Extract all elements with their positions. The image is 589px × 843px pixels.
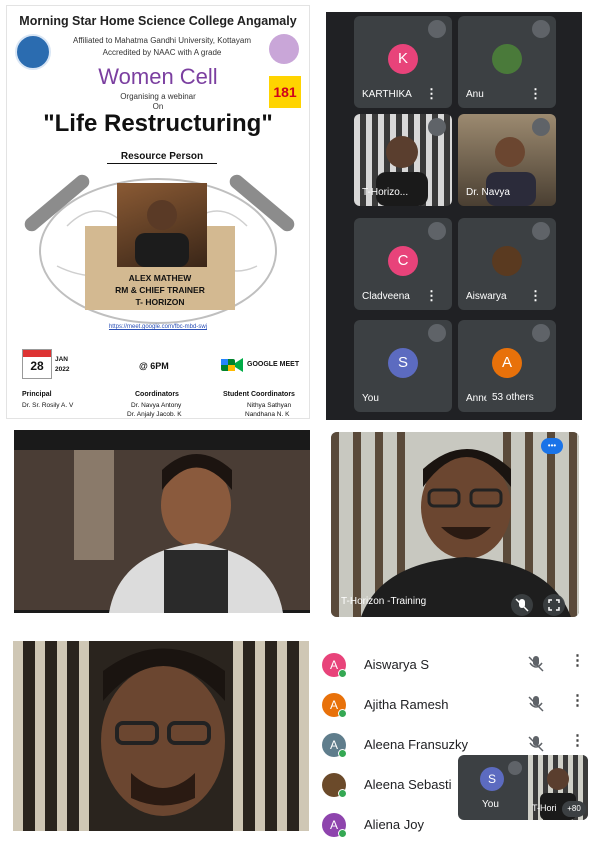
mic-off-icon: [528, 696, 544, 712]
video-feed-speaker: T-Horizon -Training •••: [331, 432, 579, 617]
principal-label: Principal: [22, 391, 52, 398]
mic-off-icon: [428, 324, 446, 342]
date-month: JAN: [55, 356, 69, 363]
others-count-badge[interactable]: 53 others: [486, 390, 540, 405]
resource-person-label: Resource Person: [107, 151, 217, 164]
speaker-label: T-Horizon -Training: [341, 596, 427, 607]
women-cell-title: Women Cell: [98, 64, 218, 89]
coordinators-label: Coordinators: [135, 391, 179, 398]
mic-off-icon: [528, 736, 544, 752]
webinar-title: "Life Restructuring": [43, 110, 273, 137]
participant-tile[interactable]: K KARTHIKA ⋮: [354, 16, 452, 108]
speaker-role: RM & CHIEF TRAINER: [115, 285, 205, 295]
participant-name: Aiswarya: [466, 291, 507, 302]
meet-participant-grid: K KARTHIKA ⋮ Anu ⋮ T-Horizo... Dr. Navya…: [326, 12, 582, 420]
student-coordinator-1: Nithya Sathyan: [247, 402, 292, 409]
webinar-poster: 181 Morning Star Home Science College An…: [6, 5, 310, 419]
participant-name: Dr. Navya: [466, 187, 510, 198]
college-name: Morning Star Home Science College Angama…: [19, 14, 297, 28]
more-options-icon[interactable]: ⋮: [570, 651, 585, 669]
mic-off-icon: [528, 656, 544, 672]
participant-name: Aiswarya S: [364, 657, 430, 672]
participant-video: [14, 430, 310, 613]
online-status-icon: [338, 709, 347, 718]
mic-off-icon: [532, 222, 550, 240]
participant-tile[interactable]: Aiswarya ⋮: [458, 218, 556, 310]
mic-off-icon: [428, 20, 446, 38]
participant-name: Aliena Joy: [364, 817, 424, 832]
speaker-org: T- HORIZON: [135, 297, 185, 307]
speaking-indicator-icon: •••: [541, 438, 563, 454]
coordinator-1: Dr. Navya Antony: [131, 402, 182, 409]
more-options-icon[interactable]: ⋮: [570, 731, 585, 749]
mic-off-icon: [508, 761, 522, 775]
list-item-participant[interactable]: A Aiswarya S ⋮: [320, 647, 585, 683]
time-text: @ 6PM: [139, 361, 169, 371]
mic-off-icon: [532, 324, 550, 342]
participant-tile-video[interactable]: Dr. Navya: [458, 114, 556, 206]
speaker-video: [331, 432, 579, 617]
participant-name: Cladveena: [362, 291, 410, 302]
participant-name: Anu: [466, 89, 484, 100]
participant-name: Ajitha Ramesh: [364, 697, 449, 712]
mic-off-icon[interactable]: [511, 594, 533, 616]
self-label: You: [482, 799, 499, 810]
participant-name: Aleena Fransuzky: [364, 737, 469, 752]
more-options-icon[interactable]: ⋮: [529, 86, 542, 102]
organising-text: Organising a webinar: [120, 92, 196, 101]
google-meet-icon: [221, 358, 243, 372]
mic-off-icon: [532, 118, 550, 136]
participant-name: KARTHIKA: [362, 89, 412, 100]
affiliation: Affiliated to Mahatma Gandhi University,…: [72, 36, 251, 45]
participant-tile-video[interactable]: T-Horizo...: [354, 114, 452, 206]
avatar: K: [388, 44, 418, 74]
avatar: [492, 44, 522, 74]
fullscreen-icon[interactable]: [543, 594, 565, 616]
student-coordinator-2: Nandhana N. K: [245, 411, 290, 418]
mic-off-icon: [532, 20, 550, 38]
more-options-icon[interactable]: ⋮: [529, 288, 542, 304]
self-view-overlay[interactable]: S You T-Hori +80: [458, 755, 588, 820]
calendar-icon: 28: [22, 349, 52, 379]
participant-tile[interactable]: C Cladveena ⋮: [354, 218, 452, 310]
speaker-video-closeup: [13, 641, 309, 831]
online-status-icon: [338, 749, 347, 758]
video-feed-closeup: [13, 641, 309, 831]
avatar: S: [480, 767, 504, 791]
list-item-participant[interactable]: A Ajitha Ramesh ⋮: [320, 687, 585, 723]
participant-tile[interactable]: Anu ⋮: [458, 16, 556, 108]
meet-link[interactable]: https://meet.google.com/fbc-mbd-swj: [7, 324, 309, 330]
mic-off-icon: [428, 222, 446, 240]
video-feed-participant: [14, 430, 310, 613]
avatar: A: [492, 348, 522, 378]
participant-name: Aleena Sebasti: [364, 777, 452, 792]
participant-name: You: [362, 393, 379, 404]
more-options-icon[interactable]: ⋮: [425, 288, 438, 304]
avatar: [492, 246, 522, 276]
accreditation: Accredited by NAAC with A grade: [102, 48, 222, 57]
more-options-icon[interactable]: ⋮: [425, 86, 438, 102]
date-year: 2022: [55, 366, 70, 373]
date-day: 28: [30, 359, 44, 373]
online-status-icon: [338, 829, 347, 838]
platform-text: GOOGLE MEET: [247, 361, 300, 368]
count-badge: +80: [562, 801, 586, 817]
mic-off-icon: [428, 118, 446, 136]
online-status-icon: [338, 789, 347, 798]
avatar: C: [388, 246, 418, 276]
speaker-thumbnail-label: T-Hori: [532, 803, 557, 813]
principal-name: Dr. Sr. Rosily A. V: [22, 402, 74, 409]
participant-tile-self[interactable]: S You: [354, 320, 452, 412]
student-coordinators-label: Student Coordinators: [223, 391, 295, 398]
more-options-icon[interactable]: ⋮: [570, 691, 585, 709]
avatar: S: [388, 348, 418, 378]
participant-name: T-Horizo...: [362, 187, 409, 198]
online-status-icon: [338, 669, 347, 678]
speaker-photo: [117, 183, 207, 267]
coordinator-2: Dr. Anjaly Jacob. K: [127, 411, 182, 418]
speaker-name: ALEX MATHEW: [128, 273, 192, 283]
